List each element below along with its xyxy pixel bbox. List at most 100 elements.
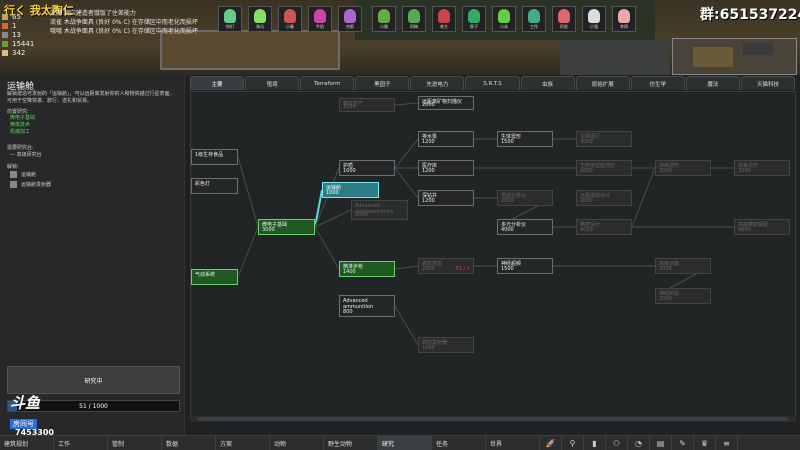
- research-node[interactable]: 医疗床 1200: [418, 160, 474, 176]
- rocket-icon[interactable]: 🚀: [540, 436, 562, 450]
- colonist-portrait[interactable]: 老大: [432, 6, 456, 32]
- research-tab[interactable]: S.R.T.S: [465, 76, 520, 90]
- menu-button[interactable]: 工作: [54, 436, 108, 450]
- resource-item[interactable]: 15441: [2, 39, 62, 48]
- menu-button[interactable]: 方案: [216, 436, 270, 450]
- colonist-portrait[interactable]: 小强: [582, 6, 606, 32]
- colonist-portrait[interactable]: 小春: [278, 6, 302, 32]
- colonist-portrait[interactable]: 胖子: [462, 6, 486, 32]
- research-tab[interactable]: 天猫科技: [740, 76, 796, 90]
- research-button[interactable]: 研究中: [7, 366, 180, 394]
- research-node[interactable]: 雪盗分析仪 2000: [497, 190, 553, 206]
- colonist-head-icon: [408, 9, 420, 23]
- research-tab[interactable]: 殖境: [245, 76, 300, 90]
- research-node-cost: 1000: [355, 212, 368, 218]
- colonist-portrait[interactable]: 小猫: [372, 6, 396, 32]
- bars-icon[interactable]: ▤: [650, 436, 672, 450]
- research-node[interactable]: 深钻井 1200: [418, 190, 474, 206]
- research-node[interactable]: 精准步枪 1400: [339, 261, 395, 277]
- research-node[interactable]: 神经超频 1500: [497, 258, 553, 274]
- colonist-portrait[interactable]: 杰斯: [338, 6, 362, 32]
- menu-button[interactable]: 管制: [108, 436, 162, 450]
- research-tree[interactable]: 塞疗生产 1000 远距离矿物扫描仪 2000 排水泵 1200 生体雷形 1500 生体遗行 4…: [190, 91, 796, 421]
- resource-item[interactable]: 342: [2, 48, 62, 57]
- research-node[interactable]: 排水泵 1200: [418, 131, 474, 147]
- colonist-portrait[interactable]: 牛奶: [308, 6, 332, 32]
- research-node[interactable]: 塞疗生产 1000: [339, 98, 395, 112]
- menu-icon[interactable]: ≡: [716, 436, 738, 450]
- research-node[interactable]: 运输舱 1000: [322, 182, 379, 198]
- unlock-item[interactable]: 运输舱: [10, 171, 36, 178]
- research-node[interactable]: 护盾 1000: [339, 160, 395, 176]
- resource-item[interactable]: 13: [2, 30, 62, 39]
- colonist-portrait[interactable]: 阿毛: [552, 6, 576, 32]
- minimap[interactable]: [672, 38, 797, 75]
- menu-button[interactable]: 动物: [270, 436, 324, 450]
- research-node[interactable]: 高级精密装配 4000: [734, 219, 790, 235]
- research-node[interactable]: 生命体征监测仪 2000: [576, 160, 632, 176]
- research-node[interactable]: 跳跃技能 2000 51 / 1: [418, 258, 474, 274]
- research-node[interactable]: 多元分析仪 4000: [497, 219, 553, 235]
- research-window: 主要 殖境 Terraform 黑园子 先进电力 S.R.T.S 虫族 原始扩展 仿生学 魔法 天猫…: [184, 75, 800, 435]
- resource-item[interactable]: 1: [2, 21, 62, 30]
- resource-item[interactable]: 65: [2, 12, 62, 21]
- book-icon[interactable]: ▮: [584, 436, 606, 450]
- research-tab[interactable]: 原始扩展: [575, 76, 630, 90]
- menu-button[interactable]: 建筑规划: [0, 436, 54, 450]
- research-node[interactable]: Advanced ammunition 800: [339, 295, 395, 317]
- research-node[interactable]: 持续调节 3000: [655, 160, 711, 176]
- colonist-name: 小强: [590, 24, 598, 29]
- research-node[interactable]: 远程游戏设计 2000: [576, 190, 632, 206]
- menu-button[interactable]: 数据: [162, 436, 216, 450]
- colonist-portrait[interactable]: 你们: [218, 6, 242, 32]
- research-node-cost: 2000: [580, 198, 593, 204]
- alert-message[interactable]: 流民 洞穴建造者饿饭了住差能力: [50, 8, 136, 17]
- menu-button[interactable]: 任务: [432, 436, 486, 450]
- research-node[interactable]: Advanced optoelectronics 1000: [351, 200, 408, 220]
- research-tab[interactable]: Terraform: [300, 76, 355, 90]
- menu-button[interactable]: 研究: [378, 436, 432, 450]
- research-tab[interactable]: 仿生学: [630, 76, 685, 90]
- research-node-cost: 2000: [580, 168, 593, 174]
- game-map-view[interactable]: 行く 我太陶仁 流民 洞穴建造者饿饭了住差能力 流雀 木战争面具 (良好 0% …: [0, 0, 800, 75]
- tree-link: [394, 102, 419, 106]
- research-node[interactable]: 精密设计 4000: [576, 219, 632, 235]
- scroll-thumb[interactable]: [198, 417, 788, 421]
- search-icon[interactable]: ⚲: [562, 436, 584, 450]
- colonist-name: 李四: [620, 24, 628, 29]
- research-tab[interactable]: 黑园子: [355, 76, 410, 90]
- research-tab[interactable]: 主要: [190, 76, 245, 90]
- colonist-portrait[interactable]: 工作: [522, 6, 546, 32]
- lightbulb-icon[interactable]: ◔: [628, 436, 650, 450]
- colonist-portrait[interactable]: 海马: [248, 6, 272, 32]
- research-node[interactable]: 疏忽发射器 1000: [418, 337, 474, 353]
- research-node[interactable]: 微电子基础 3000: [258, 219, 315, 235]
- tree-link: [394, 138, 419, 169]
- research-node[interactable]: 高等调节 3000: [734, 160, 790, 176]
- horizontal-scrollbar[interactable]: [190, 416, 796, 422]
- research-node[interactable]: 远距离矿物扫描仪 2000: [418, 96, 474, 110]
- research-node[interactable]: 气动系统: [191, 269, 238, 285]
- trophy-icon[interactable]: ♛: [694, 436, 716, 450]
- brush-icon[interactable]: ✎: [672, 436, 694, 450]
- colonist-name: 胖子: [470, 24, 478, 29]
- alert-message[interactable]: 哦哦 木战争面具 (良好 0% C) 在存储区中而老化而损坏: [50, 26, 198, 35]
- research-node[interactable]: 高级功能 2000: [655, 258, 711, 274]
- research-tab[interactable]: 虫族: [520, 76, 575, 90]
- colonist-portrait[interactable]: 小米: [492, 6, 516, 32]
- research-tab[interactable]: 魔法: [685, 76, 740, 90]
- research-node[interactable]: 1级生存食品: [191, 149, 238, 165]
- research-node[interactable]: 彩色灯: [191, 178, 238, 194]
- research-node[interactable]: 神经制造 2000: [655, 288, 711, 304]
- unlock-item[interactable]: 运输舱发射器: [10, 181, 51, 188]
- colonist-portrait[interactable]: 李四: [612, 6, 636, 32]
- menu-button[interactable]: 野生动物: [324, 436, 378, 450]
- people-icon[interactable]: ⚇: [606, 436, 628, 450]
- alert-message[interactable]: 流雀 木战争面具 (良好 0% C) 在存储区中而老化而损坏: [50, 17, 198, 26]
- menu-button[interactable]: 世界: [486, 436, 540, 450]
- research-node[interactable]: 生体雷形 1500: [497, 131, 553, 147]
- research-node[interactable]: 生体遗行 4000: [576, 131, 632, 147]
- colonist-portrait[interactable]: 阿梅: [402, 6, 426, 32]
- colonist-head-icon: [344, 9, 356, 23]
- research-tab[interactable]: 先进电力: [410, 76, 465, 90]
